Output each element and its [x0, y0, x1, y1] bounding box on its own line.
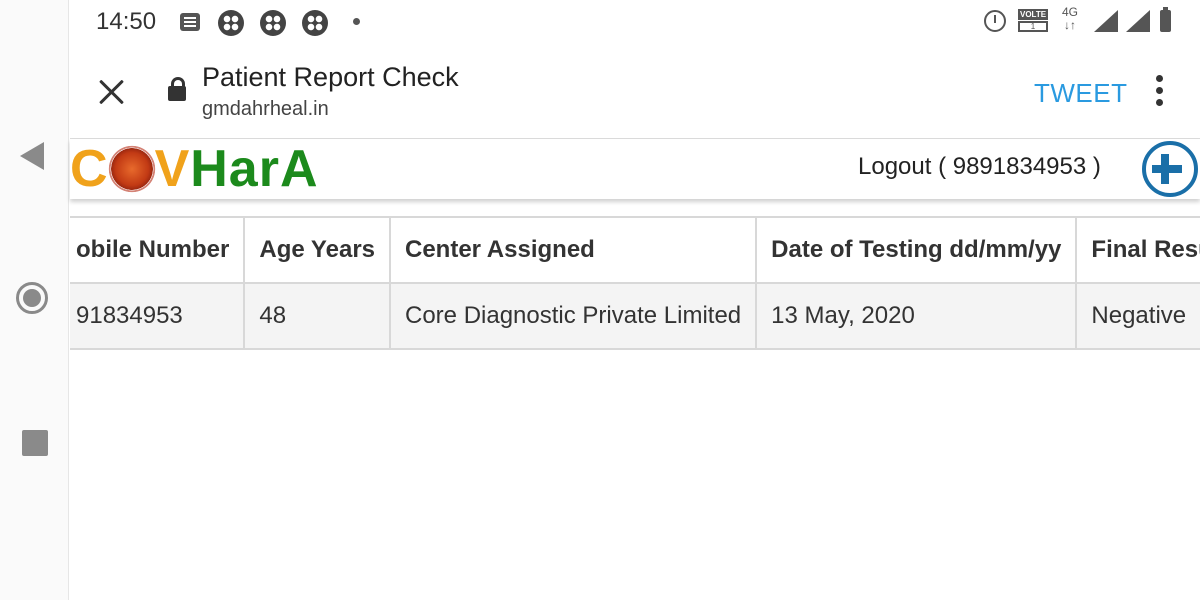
close-icon[interactable]	[98, 78, 126, 106]
report-table-container[interactable]: obile Number Age Years Center Assigned D…	[70, 216, 1200, 350]
battery-icon	[1160, 7, 1171, 32]
column-header-center: Center Assigned	[388, 216, 758, 284]
volte-icon: VOLTE 1	[1018, 9, 1048, 32]
page-title: Patient Report Check	[202, 62, 459, 92]
cell-center: Core Diagnostic Private Limited	[388, 282, 758, 350]
cell-date-of-testing: 13 May, 2020	[755, 282, 1078, 350]
tweet-button[interactable]: TWEET	[1034, 78, 1128, 109]
lock-icon[interactable]	[168, 77, 186, 101]
signal-strength-icon	[1126, 10, 1150, 32]
app-notification-icon	[218, 10, 244, 36]
column-header-final-result: Final Resu	[1075, 216, 1200, 284]
network-type-icon: 4G ↓↑	[1062, 5, 1079, 32]
covhara-logo[interactable]: C VHarA	[70, 141, 319, 197]
column-header-age: Age Years	[243, 216, 391, 284]
page-url: gmdahrheal.in	[202, 98, 329, 120]
cell-age: 48	[243, 282, 391, 350]
cell-mobile-number: 91834953	[70, 282, 246, 350]
logout-link[interactable]: Logout ( 9891834953 )	[858, 153, 1101, 181]
virus-icon	[106, 144, 157, 194]
app-notification-icon	[260, 10, 286, 36]
status-time: 14:50	[96, 8, 157, 35]
table-row: 91834953 48 Core Diagnostic Private Limi…	[70, 282, 1200, 350]
alarm-icon	[984, 10, 1006, 32]
home-icon[interactable]	[16, 282, 48, 314]
signal-strength-icon	[1094, 10, 1118, 32]
column-header-date-of-testing: Date of Testing dd/mm/yy	[755, 216, 1078, 284]
column-header-mobile-number: obile Number	[70, 216, 246, 284]
message-notification-icon	[180, 13, 200, 31]
recent-apps-icon[interactable]	[22, 430, 48, 456]
app-notification-icon	[302, 10, 328, 36]
android-nav-bar	[0, 0, 69, 600]
more-options-icon[interactable]	[1156, 75, 1164, 107]
more-notifications-dot-icon	[353, 18, 360, 25]
cell-final-result: Negative	[1075, 282, 1200, 350]
site-header: C VHarA Logout ( 9891834953 )	[70, 139, 1200, 199]
report-table: obile Number Age Years Center Assigned D…	[70, 216, 1200, 350]
back-icon[interactable]	[20, 142, 44, 170]
browser-toolbar: Patient Report Check gmdahrheal.in TWEET	[70, 44, 1200, 139]
table-header-row: obile Number Age Years Center Assigned D…	[70, 216, 1200, 284]
status-bar: 14:50 VOLTE 1 4G ↓↑	[70, 0, 1200, 44]
health-cross-logo-icon	[1142, 141, 1198, 197]
